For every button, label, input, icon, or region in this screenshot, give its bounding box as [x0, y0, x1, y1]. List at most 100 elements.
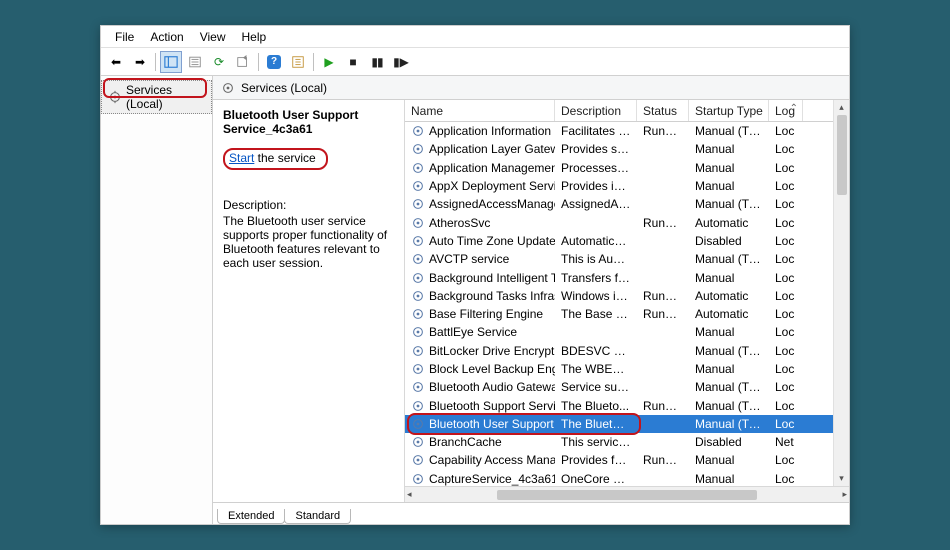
- horizontal-scrollbar[interactable]: ◂ ▸: [405, 486, 849, 502]
- service-logon: Loc: [769, 453, 803, 467]
- service-startup: Automatic: [689, 289, 769, 303]
- tab-standard[interactable]: Standard: [284, 509, 351, 524]
- chevron-down-icon: ▾: [837, 473, 846, 484]
- scrollbar-thumb[interactable]: [497, 490, 757, 500]
- start-service-button[interactable]: ▶: [318, 51, 340, 73]
- service-status: Running: [637, 307, 689, 321]
- service-row[interactable]: Application ManagementProcesses in...Man…: [405, 159, 849, 177]
- vertical-scrollbar[interactable]: ▴ ▾: [833, 100, 849, 486]
- column-header-desc[interactable]: Description: [555, 100, 637, 121]
- help-button[interactable]: ?: [263, 51, 285, 73]
- service-row[interactable]: Block Level Backup Engine ...The WBENG..…: [405, 360, 849, 378]
- panel-icon: [164, 55, 178, 69]
- service-startup: Manual: [689, 472, 769, 486]
- service-startup: Manual (Trig...: [689, 399, 769, 413]
- service-row[interactable]: Background Tasks Infrastru...Windows in.…: [405, 287, 849, 305]
- gear-icon: [411, 362, 425, 376]
- service-name: Background Intelligent Tran...: [429, 271, 555, 285]
- gear-icon: [411, 435, 425, 449]
- service-startup: Disabled: [689, 234, 769, 248]
- restart-service-button[interactable]: ▮▶: [390, 51, 412, 73]
- toolbar-separator: [313, 53, 314, 71]
- back-button[interactable]: ⬅: [105, 51, 127, 73]
- service-desc: Facilitates t...: [555, 124, 637, 138]
- refresh-button[interactable]: ⟳: [208, 51, 230, 73]
- service-name: Application Information: [429, 124, 551, 138]
- service-name: Base Filtering Engine: [429, 307, 543, 321]
- gear-icon: [411, 307, 425, 321]
- show-hide-tree-button[interactable]: [160, 51, 182, 73]
- annotation-ring: Start the service: [223, 148, 328, 170]
- help-icon: ?: [267, 55, 281, 69]
- arrow-left-icon: ⬅: [111, 55, 121, 69]
- service-row[interactable]: Bluetooth User Support Ser...The Bluetoo…: [405, 415, 849, 433]
- service-row[interactable]: AtherosSvcRunningAutomaticLoc: [405, 213, 849, 231]
- checklist-icon: [291, 55, 305, 69]
- service-startup: Manual (Trig...: [689, 380, 769, 394]
- export-button[interactable]: [232, 51, 254, 73]
- service-row[interactable]: CaptureService_4c3a61OneCore Ca...Manual…: [405, 470, 849, 486]
- column-header-name[interactable]: Name: [405, 100, 555, 121]
- column-header-logon[interactable]: Log: [769, 100, 803, 121]
- stop-service-button[interactable]: ■: [342, 51, 364, 73]
- column-header-startup[interactable]: Startup Type: [689, 100, 769, 121]
- service-status: Running: [637, 216, 689, 230]
- service-row[interactable]: BitLocker Drive Encryption ...BDESVC hos…: [405, 342, 849, 360]
- service-logon: Loc: [769, 197, 803, 211]
- service-row[interactable]: Bluetooth Support ServiceThe Blueto...Ru…: [405, 396, 849, 414]
- tab-extended[interactable]: Extended: [217, 509, 285, 524]
- menu-file[interactable]: File: [107, 28, 142, 46]
- service-row[interactable]: Auto Time Zone UpdaterAutomatica...Disab…: [405, 232, 849, 250]
- service-startup: Manual: [689, 179, 769, 193]
- tree-item-services-local[interactable]: Services (Local): [101, 80, 212, 114]
- service-row[interactable]: Background Intelligent Tran...Transfers …: [405, 268, 849, 286]
- pane-header-label: Services (Local): [241, 81, 327, 95]
- service-row[interactable]: Application Layer Gateway ...Provides su…: [405, 140, 849, 158]
- service-logon: Loc: [769, 362, 803, 376]
- service-row[interactable]: AppX Deployment Service (...Provides inf…: [405, 177, 849, 195]
- detail-pane: Bluetooth User Support Service_4c3a61 St…: [213, 100, 405, 502]
- service-row[interactable]: Capability Access Manager ...Provides fa…: [405, 451, 849, 469]
- service-logon: Loc: [769, 289, 803, 303]
- properties-button[interactable]: [184, 51, 206, 73]
- forward-button[interactable]: ➡: [129, 51, 151, 73]
- scrollbar-thumb[interactable]: [837, 115, 847, 195]
- gear-icon: [108, 90, 122, 104]
- service-name: BitLocker Drive Encryption ...: [429, 344, 555, 358]
- toolbar-button[interactable]: [287, 51, 309, 73]
- column-header-row: Name Description Status Startup Type Log: [405, 100, 849, 122]
- service-row[interactable]: BattlEye ServiceManualLoc: [405, 323, 849, 341]
- service-startup: Manual: [689, 161, 769, 175]
- right-pane: Services (Local) Bluetooth User Support …: [213, 76, 849, 524]
- service-row[interactable]: AVCTP serviceThis is Audi...Manual (Trig…: [405, 250, 849, 268]
- service-row[interactable]: Application InformationFacilitates t...R…: [405, 122, 849, 140]
- service-startup: Manual: [689, 453, 769, 467]
- service-row[interactable]: Base Filtering Engine The Base Fil...Runn…: [405, 305, 849, 323]
- service-desc: The Base Fil...: [555, 307, 637, 321]
- start-service-link[interactable]: Start: [229, 151, 254, 165]
- service-row[interactable]: BranchCacheThis service ...DisabledNet: [405, 433, 849, 451]
- service-startup: Manual (Trig...: [689, 417, 769, 431]
- service-startup: Manual (Trig...: [689, 124, 769, 138]
- export-icon: [236, 55, 250, 69]
- service-logon: Loc: [769, 271, 803, 285]
- service-desc: Windows in...: [555, 289, 637, 303]
- service-desc: Provides fac...: [555, 453, 637, 467]
- service-row[interactable]: Bluetooth Audio Gateway S...Service sup.…: [405, 378, 849, 396]
- column-header-status[interactable]: Status: [637, 100, 689, 121]
- gear-icon: [411, 124, 425, 138]
- service-row[interactable]: AssignedAccessManager Se...AssignedAc...…: [405, 195, 849, 213]
- menu-view[interactable]: View: [192, 28, 234, 46]
- service-logon: Loc: [769, 307, 803, 321]
- menu-help[interactable]: Help: [234, 28, 275, 46]
- refresh-icon: ⟳: [214, 55, 224, 69]
- service-status: Running: [637, 289, 689, 303]
- service-desc: This service ...: [555, 435, 637, 449]
- gear-icon: [411, 197, 425, 211]
- selected-service-name: Bluetooth User Support Service_4c3a61: [223, 108, 394, 136]
- service-logon: Loc: [769, 142, 803, 156]
- gear-icon: [411, 344, 425, 358]
- pause-service-button[interactable]: ▮▮: [366, 51, 388, 73]
- menu-action[interactable]: Action: [142, 28, 191, 46]
- description-body: The Bluetooth user service supports prop…: [223, 214, 394, 270]
